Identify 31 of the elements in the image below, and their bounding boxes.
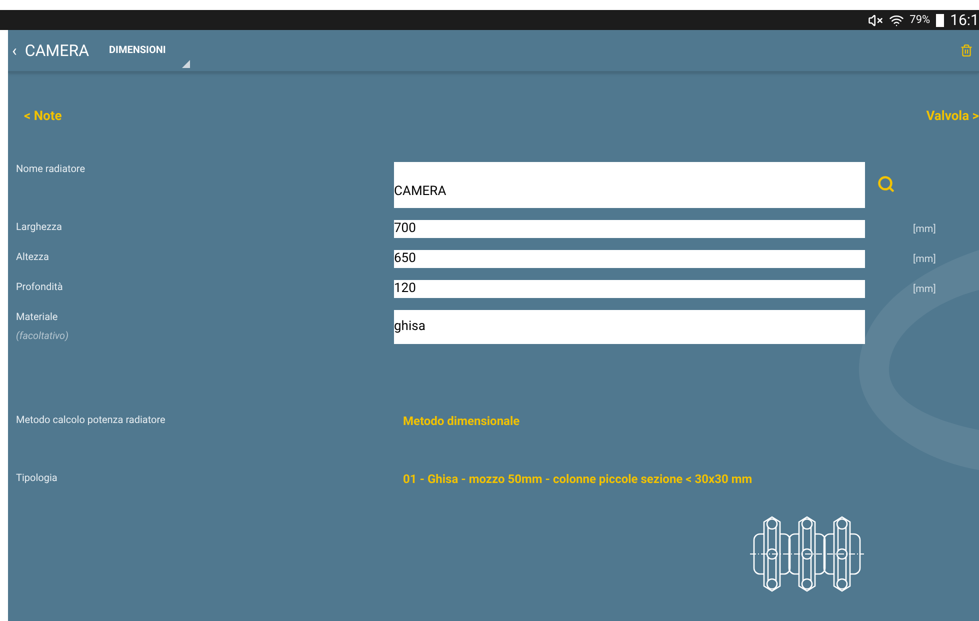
text-field[interactable]: ghisa (394, 310, 865, 344)
field-label: Larghezza (16, 220, 63, 234)
dropdown-corner-icon (182, 60, 190, 68)
text-field[interactable]: 120 (394, 280, 865, 298)
field-label: Altezza (16, 250, 50, 264)
delete-icon[interactable] (960, 44, 973, 57)
text-field[interactable]: CAMERA (394, 162, 865, 208)
wifi-icon (888, 12, 904, 28)
option-label: Metodo calcolo potenza radiatore (15, 414, 166, 428)
prev-link[interactable]: < Note (24, 107, 62, 126)
option-value[interactable]: 01 - Ghisa - mozzo 50mm - colonne piccole sezione < 30x30 mm (403, 470, 752, 488)
field-label: Materiale (16, 310, 59, 324)
search-icon[interactable] (877, 174, 895, 192)
text-field[interactable]: 650 (394, 250, 865, 268)
unit-label: [mm] (913, 252, 936, 266)
unit-label: [mm] (913, 282, 936, 296)
app-title: CAMERA (24, 40, 90, 62)
back-button[interactable]: ‹ (8, 38, 25, 62)
field-hint: (facoltativo) (16, 330, 70, 344)
clock-time: 16:1 (950, 12, 979, 28)
field-label: Nome radiatore (16, 162, 86, 176)
unit-label: [mm] (913, 222, 936, 236)
next-link[interactable]: Valvola > (926, 107, 979, 126)
option-label: Tipologia (15, 472, 58, 486)
text-field[interactable]: 700 (394, 220, 865, 238)
battery-icon (936, 14, 944, 26)
mute-icon (868, 12, 883, 28)
option-value[interactable]: Metodo dimensionale (403, 412, 520, 430)
section-dropdown[interactable]: DIMENSIONI (109, 30, 190, 72)
field-label: Profondità (16, 280, 64, 294)
battery-percent: 79% (910, 12, 930, 28)
